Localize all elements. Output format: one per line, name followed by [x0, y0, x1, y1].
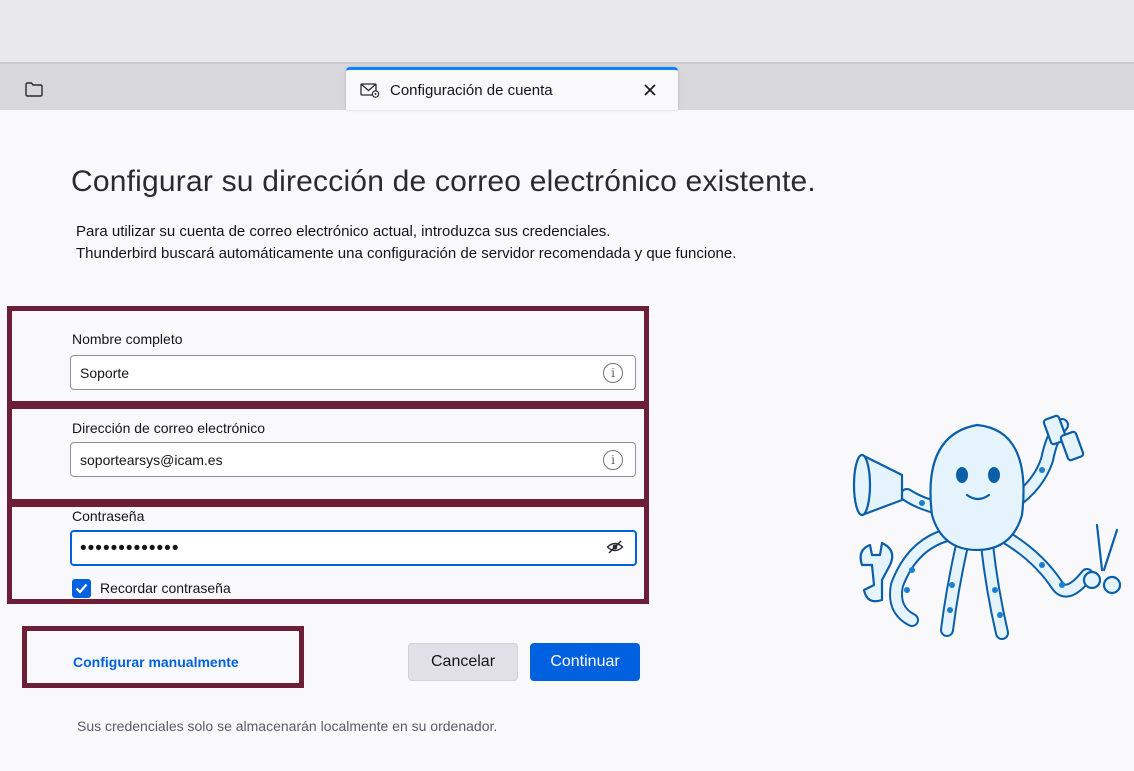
configure-manually-link[interactable]: Configurar manualmente — [73, 654, 239, 670]
intro-line-1: Para utilizar su cuenta de correo electr… — [76, 223, 611, 240]
mail-settings-icon — [360, 80, 382, 100]
info-icon[interactable]: i — [603, 363, 623, 383]
name-field-label: Nombre completo — [72, 331, 183, 347]
tab-bar: Configuración de cuenta — [0, 62, 1134, 110]
cancel-button[interactable]: Cancelar — [408, 643, 518, 681]
email-field[interactable] — [70, 442, 636, 477]
eye-slash-icon[interactable] — [606, 538, 624, 556]
email-field-label: Dirección de correo electrónico — [72, 420, 265, 436]
credentials-note: Sus credenciales solo se almacenarán loc… — [77, 718, 498, 734]
continue-button[interactable]: Continuar — [530, 643, 640, 681]
window-titlebar — [0, 0, 1134, 62]
checkmark-icon — [75, 583, 88, 594]
tab-account-setup[interactable]: Configuración de cuenta — [346, 67, 678, 110]
folder-icon[interactable] — [22, 78, 46, 100]
remember-password-checkbox[interactable] — [72, 579, 91, 598]
password-field-label: Contraseña — [72, 508, 145, 524]
intro-text: Para utilizar su cuenta de correo electr… — [76, 221, 736, 265]
page-title: Configurar su dirección de correo electr… — [71, 165, 816, 198]
close-icon[interactable] — [636, 76, 664, 104]
info-icon[interactable]: i — [603, 450, 623, 470]
octopus-illustration — [852, 414, 1122, 640]
tab-label: Configuración de cuenta — [390, 81, 553, 99]
remember-password-label[interactable]: Recordar contraseña — [100, 580, 231, 596]
intro-line-2: Thunderbird buscará automáticamente una … — [76, 245, 737, 262]
password-mask: ••••••••••••• — [80, 538, 180, 559]
name-field[interactable] — [70, 355, 636, 390]
